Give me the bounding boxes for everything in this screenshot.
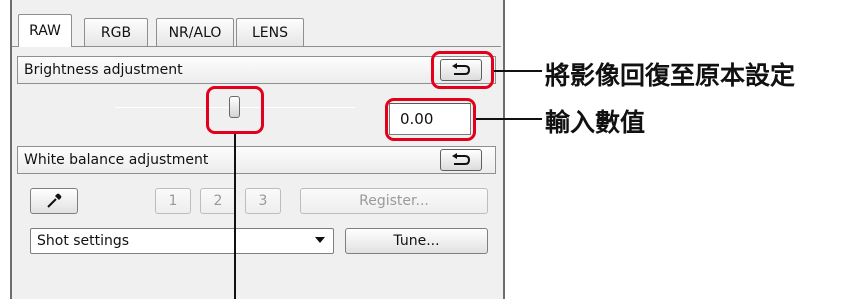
tab-rgb[interactable]: RGB — [84, 18, 148, 46]
tab-lens[interactable]: LENS — [236, 18, 304, 46]
reset-arrow-icon — [452, 153, 471, 165]
reset-callout-line — [494, 70, 542, 72]
white-balance-select[interactable]: Shot settings — [30, 228, 334, 254]
tab-rgb-label: RGB — [100, 24, 132, 41]
eyedropper-button[interactable] — [30, 188, 78, 214]
white-balance-header: White balance adjustment — [17, 146, 496, 174]
tab-divider — [12, 46, 501, 47]
tune-label: Tune... — [393, 233, 440, 249]
dropdown-arrow-icon — [315, 237, 325, 243]
register-button[interactable]: Register... — [300, 188, 488, 214]
tab-nr-alo-label: NR/ALO — [168, 24, 222, 41]
preset-2-label: 2 — [213, 193, 223, 209]
preset-3-label: 3 — [258, 193, 268, 209]
tab-lens-label: LENS — [251, 24, 288, 41]
brightness-title: Brightness adjustment — [24, 62, 183, 78]
wb-preset-1-button[interactable]: 1 — [155, 188, 191, 214]
white-balance-selected-value: Shot settings — [37, 233, 130, 249]
preset-1-label: 1 — [168, 193, 178, 209]
slider-callout-line — [234, 134, 236, 299]
eyedropper-icon — [47, 193, 62, 208]
register-label: Register... — [359, 193, 429, 209]
reset-callout-text: 將影像回復至原本設定 — [545, 61, 796, 90]
wb-preset-3-button[interactable]: 3 — [245, 188, 281, 214]
white-balance-title: White balance adjustment — [24, 152, 209, 168]
tune-button[interactable]: Tune... — [345, 228, 488, 254]
white-balance-reset-button[interactable] — [440, 149, 482, 171]
tab-nr-alo[interactable]: NR/ALO — [156, 18, 234, 46]
value-callout-text: 輸入數值 — [545, 108, 646, 137]
tab-raw-label: RAW — [29, 23, 61, 39]
brightness-header: Brightness adjustment — [17, 56, 496, 84]
wb-preset-2-button[interactable]: 2 — [200, 188, 236, 214]
value-callout-line — [476, 118, 542, 120]
tab-raw[interactable]: RAW — [18, 14, 72, 47]
reset-highlight — [431, 51, 494, 89]
value-highlight — [385, 98, 476, 141]
slider-highlight — [206, 86, 264, 134]
